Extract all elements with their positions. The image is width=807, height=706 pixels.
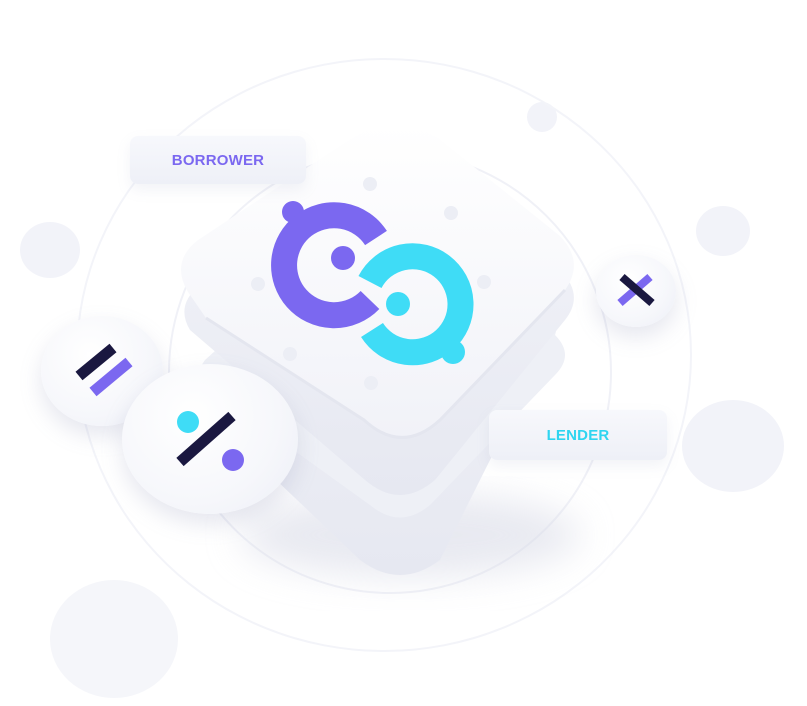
multiply-badge bbox=[596, 255, 676, 327]
logo-core-purple bbox=[331, 246, 355, 270]
tile-dot bbox=[283, 347, 297, 361]
percent-icon bbox=[176, 411, 244, 471]
logo-core-cyan bbox=[386, 292, 410, 316]
logo-dot-cyan bbox=[441, 340, 465, 364]
illustration: BORROWER LENDER bbox=[0, 0, 807, 706]
borrower-label: BORROWER bbox=[171, 151, 265, 169]
tile-dot bbox=[477, 275, 491, 289]
lender-tag: LENDER bbox=[489, 410, 667, 460]
borrower-tag: BORROWER bbox=[130, 136, 306, 184]
tile-dot bbox=[364, 376, 378, 390]
tile-dot bbox=[444, 206, 458, 220]
percent-badge bbox=[122, 364, 298, 514]
tile-dot bbox=[251, 277, 265, 291]
tile-dot bbox=[363, 177, 377, 191]
multiply-icon bbox=[617, 273, 655, 307]
lender-label: LENDER bbox=[546, 426, 610, 444]
